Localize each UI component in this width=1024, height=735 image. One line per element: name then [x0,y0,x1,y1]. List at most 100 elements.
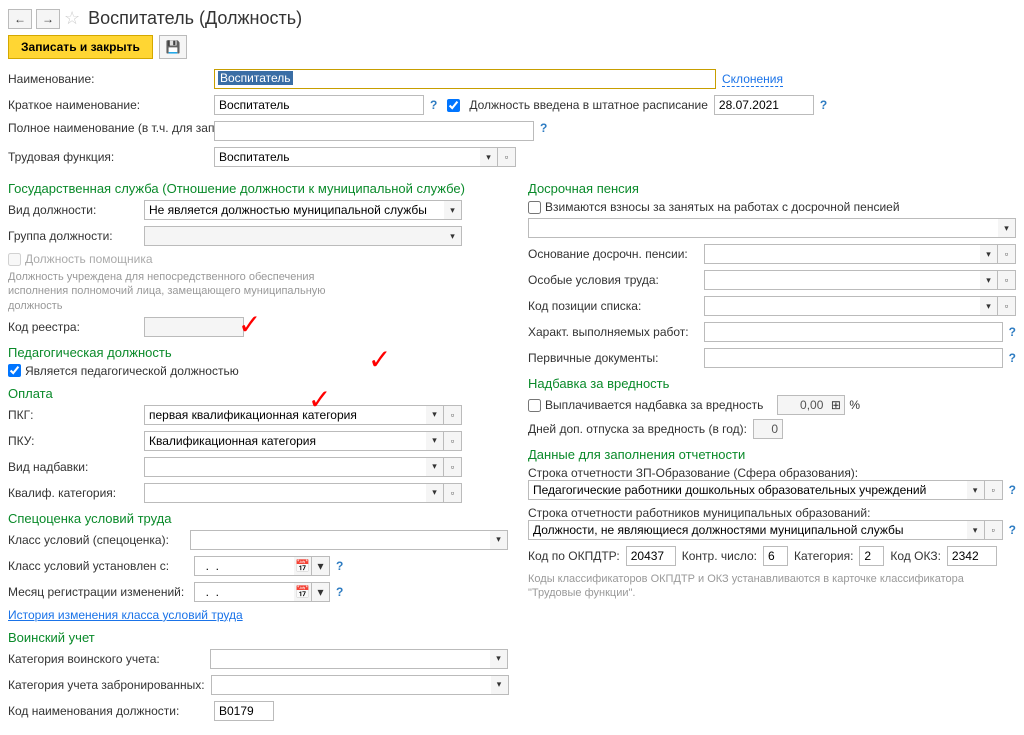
qual-category-input[interactable] [144,483,426,503]
dropdown-button[interactable]: ▾ [444,200,462,220]
kontr-label: Контр. число: [682,549,757,563]
class-history-link[interactable]: История изменения класса условий труда [8,608,243,622]
open-button[interactable]: ▫ [998,244,1016,264]
help-icon[interactable]: ? [1009,325,1016,339]
save-close-button[interactable]: Записать и закрыть [8,35,153,59]
nav-forward-button[interactable]: → [36,9,60,29]
inserted-checkbox[interactable] [447,99,460,112]
class-from-input[interactable] [194,556,294,576]
report-note: Коды классификаторов ОКПДТР и ОКЗ устана… [528,572,1016,601]
report-row2-label: Строка отчетности работников муниципальн… [528,506,1016,520]
hazard-paid-checkbox[interactable] [528,399,541,412]
dropdown-button[interactable]: ▾ [426,483,444,503]
pension-base-label: Основание досрочн. пенсии: [528,247,698,261]
help-icon[interactable]: ? [820,98,827,112]
calendar-icon[interactable]: 📅 [294,556,312,576]
open-button[interactable]: ▫ [985,480,1003,500]
mil-code-input[interactable] [214,701,274,721]
pay-section-title: Оплата [8,386,508,401]
dropdown-button[interactable]: ▾ [967,480,985,500]
open-button[interactable]: ▫ [444,457,462,477]
pension-contrib-label: Взимаются взносы за занятых на работах с… [545,200,900,214]
dropdown-button[interactable]: ▾ [998,218,1016,238]
report-cat-input[interactable] [859,546,884,566]
assistant-checkbox [8,253,21,266]
dropdown-button[interactable]: ▾ [426,457,444,477]
pension-base-input[interactable] [704,244,980,264]
report-row1-label: Строка отчетности ЗП-Образование (Сфера … [528,466,1016,480]
open-button[interactable]: ▫ [444,483,462,503]
report-row1-input[interactable] [528,480,967,500]
pension-top-input[interactable] [528,218,998,238]
help-icon[interactable]: ? [1009,483,1016,497]
work-function-input[interactable] [214,147,480,167]
dropdown-button[interactable]: ▾ [491,675,509,695]
pension-char-input[interactable] [704,322,1003,342]
ped-section-title: Педагогическая должность [8,345,508,360]
pku-input[interactable] [144,431,426,451]
hazard-paid-label: Выплачивается надбавка за вредность [545,398,763,412]
reg-code-input [144,317,244,337]
pkg-input[interactable] [144,405,426,425]
declensions-link[interactable]: Склонения [722,72,783,87]
favorite-star-icon[interactable]: ☆ [64,8,80,29]
dropdown-button[interactable]: ▾ [967,520,985,540]
mil-cat2-input[interactable] [211,675,491,695]
gov-type-label: Вид должности: [8,203,138,217]
open-button[interactable]: ▫ [985,520,1003,540]
help-icon[interactable]: ? [1009,523,1016,537]
save-button[interactable]: 💾 [159,35,187,59]
short-name-input[interactable] [214,95,424,115]
dropdown-button[interactable]: ▾ [980,270,998,290]
dropdown-button[interactable]: ▾ [480,147,498,167]
hazard-section-title: Надбавка за вредность [528,376,1016,391]
dropdown-button[interactable]: ▾ [312,582,330,602]
gov-group-label: Группа должности: [8,229,138,243]
dropdown-button[interactable]: ▾ [312,556,330,576]
is-pedagogical-label: Является педагогической должностью [25,364,239,378]
calendar-icon[interactable]: 📅 [294,582,312,602]
gov-type-input[interactable] [144,200,444,220]
short-name-label: Краткое наименование: [8,98,208,112]
gov-note: Должность учреждена для непосредственног… [8,270,328,313]
inserted-date-input[interactable] [714,95,814,115]
work-function-label: Трудовая функция: [8,150,208,164]
dropdown-button[interactable]: ▾ [490,649,508,669]
dropdown-button[interactable]: ▾ [980,244,998,264]
nav-back-button[interactable]: ← [8,9,32,29]
full-name-input[interactable] [214,121,534,141]
pension-docs-input[interactable] [704,348,1003,368]
month-reg-input[interactable] [194,582,294,602]
dropdown-button[interactable]: ▾ [426,431,444,451]
page-title: Воспитатель (Должность) [88,8,302,29]
assistant-label: Должность помощника [25,252,153,266]
pku-label: ПКУ: [8,434,138,448]
open-button[interactable]: ▫ [444,405,462,425]
open-button[interactable]: ▫ [444,431,462,451]
open-button[interactable]: ▫ [498,147,516,167]
help-icon[interactable]: ? [336,585,343,599]
pension-pos-input[interactable] [704,296,980,316]
kontr-input[interactable] [763,546,788,566]
qual-category-label: Квалиф. категория: [8,486,138,500]
pension-cond-input[interactable] [704,270,980,290]
dropdown-button[interactable]: ▾ [980,296,998,316]
help-icon[interactable]: ? [430,98,437,112]
mil-cat-input[interactable] [210,649,490,669]
report-row2-input[interactable] [528,520,967,540]
pension-contrib-checkbox[interactable] [528,201,541,214]
class-from-label: Класс условий установлен с: [8,559,188,573]
help-icon[interactable]: ? [1009,351,1016,365]
bonus-type-input[interactable] [144,457,426,477]
open-button[interactable]: ▫ [998,270,1016,290]
is-pedagogical-checkbox[interactable] [8,364,21,377]
help-icon[interactable]: ? [336,559,343,573]
open-button[interactable]: ▫ [998,296,1016,316]
dropdown-button[interactable]: ▾ [490,530,508,550]
dropdown-button[interactable]: ▾ [426,405,444,425]
class-cond-input[interactable] [190,530,490,550]
help-icon[interactable]: ? [540,121,547,135]
mil-cat-label: Категория воинского учета: [8,652,204,666]
okpdtr-input[interactable] [626,546,676,566]
okz-input[interactable] [947,546,997,566]
